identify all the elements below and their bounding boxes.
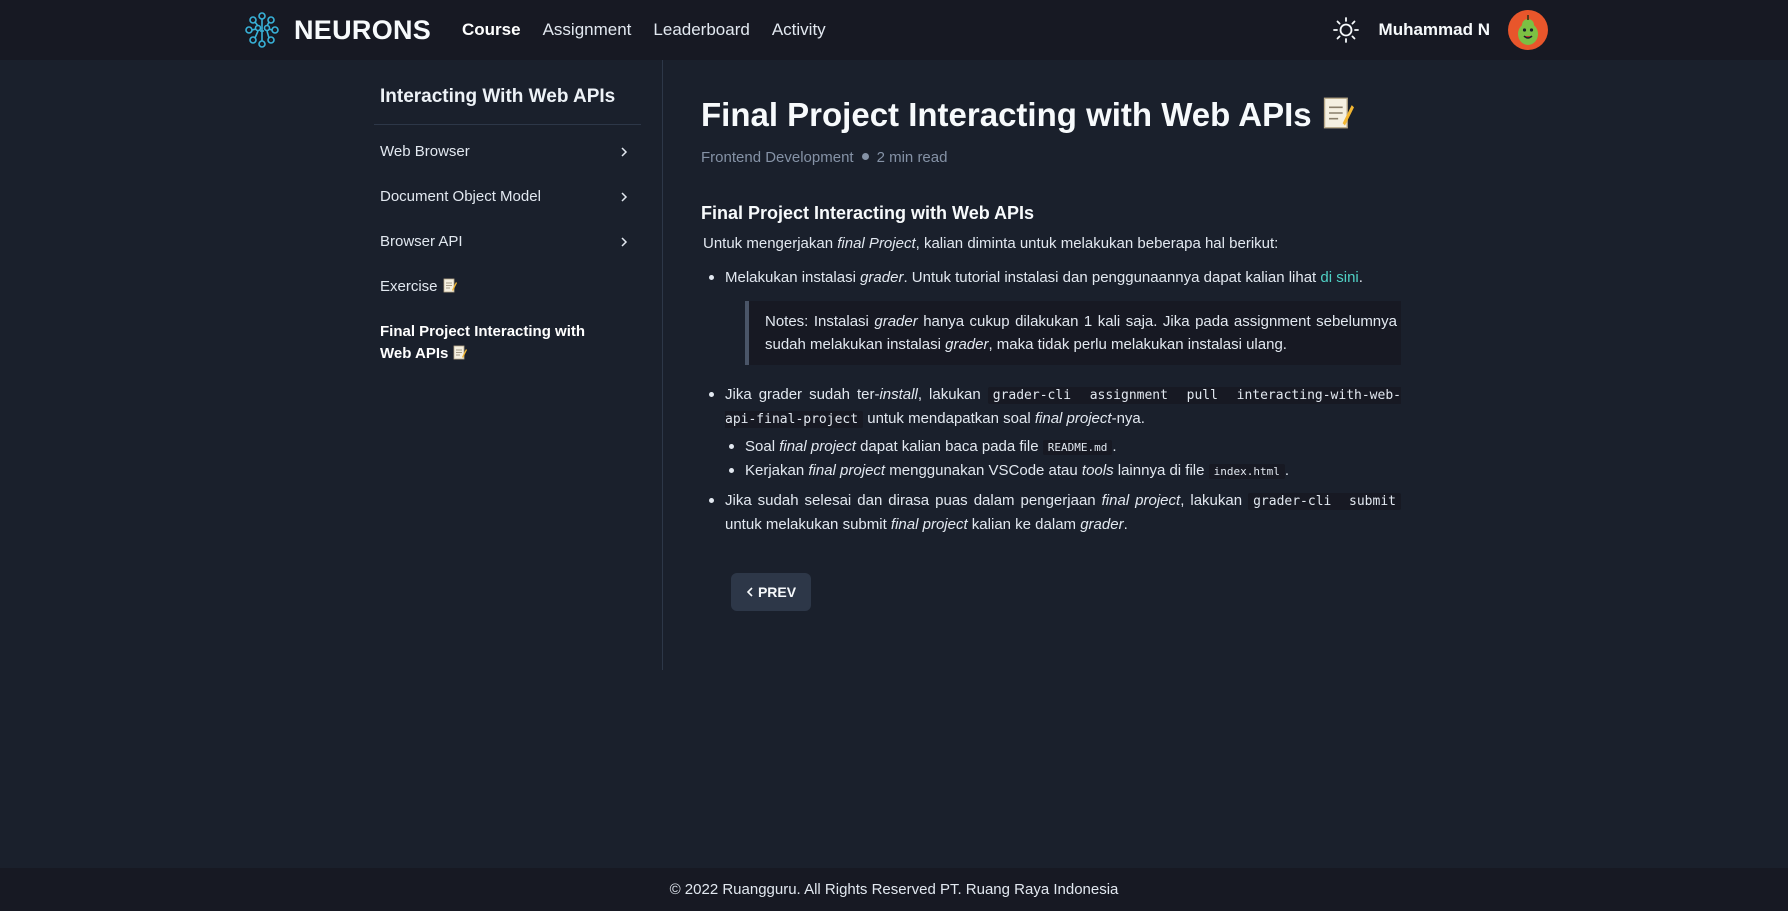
meta-separator-dot xyxy=(861,153,869,160)
page-title-text: Final Project Interacting with Web APIs xyxy=(701,96,1312,133)
code-snippet: index.html xyxy=(1208,464,1285,479)
nav-link-activity[interactable]: Activity xyxy=(772,20,826,40)
footer: © 2022 Ruangguru. All Rights Reserved PT… xyxy=(0,868,1788,911)
list-item: Kerjakan final project menggunakan VSCod… xyxy=(703,459,1401,483)
neurons-logo-icon xyxy=(245,12,279,48)
page-title: Final Project Interacting with Web APIs xyxy=(701,96,1354,134)
chevron-left-icon xyxy=(746,587,753,597)
sidebar-item-exercise[interactable]: Exercise xyxy=(380,276,630,298)
avatar-pear-icon xyxy=(1518,15,1538,45)
intro-paragraph: Untuk mengerjakan final Project, kalian … xyxy=(703,235,1279,252)
chevron-right-icon xyxy=(621,192,628,202)
article-body: Untuk mengerjakan final Project, kalian … xyxy=(703,232,1401,536)
sidebar-item-label: Exercise xyxy=(380,278,438,295)
sidebar-divider xyxy=(374,124,641,125)
note-blockquote: Notes: Instalasi grader hanya cukup dila… xyxy=(745,301,1401,365)
chevron-right-icon xyxy=(621,147,628,157)
sidebar-item-final-project[interactable]: Final Project Interacting with Web APIs xyxy=(380,321,610,365)
nav-user-area: Muhammad N xyxy=(1332,0,1548,60)
tutorial-link[interactable]: di sini xyxy=(1320,269,1358,286)
footer-copyright: © 2022 Ruangguru. All Rights Reserved PT… xyxy=(669,881,1119,898)
memo-icon xyxy=(1323,97,1354,129)
chevron-right-icon xyxy=(621,237,628,247)
sidebar-item-label: Web Browser xyxy=(380,143,470,160)
sun-icon[interactable] xyxy=(1332,16,1360,44)
list-item: Jika grader sudah ter-install, lakukan g… xyxy=(703,383,1401,431)
nav-link-assignment[interactable]: Assignment xyxy=(543,20,632,40)
course-sidebar: Interacting With Web APIs Web Browser Do… xyxy=(374,60,641,670)
avatar[interactable] xyxy=(1508,10,1548,50)
brand[interactable]: NEURONS xyxy=(243,10,431,50)
sidebar-item-web-browser[interactable]: Web Browser xyxy=(380,141,630,163)
brand-name: NEURONS xyxy=(294,14,432,45)
sidebar-item-label: Browser API xyxy=(380,233,463,250)
user-name[interactable]: Muhammad N xyxy=(1379,20,1490,40)
top-navbar: NEURONS Course Assignment Leaderboard Ac… xyxy=(0,0,1788,60)
nav-link-course[interactable]: Course xyxy=(462,20,521,40)
sidebar-vertical-divider xyxy=(662,60,663,670)
nav-link-leaderboard[interactable]: Leaderboard xyxy=(653,20,749,40)
section-heading: Final Project Interacting with Web APIs xyxy=(701,203,1035,223)
article-meta: Frontend Development 2 min read xyxy=(701,149,947,166)
sidebar-item-label: Document Object Model xyxy=(380,188,541,205)
memo-icon xyxy=(453,345,468,360)
sidebar-item-browser-api[interactable]: Browser API xyxy=(380,231,630,253)
sidebar-title: Interacting With Web APIs xyxy=(380,86,616,107)
steps-list: Melakukan instalasi grader. Untuk tutori… xyxy=(703,266,1401,536)
sidebar-item-label: Final Project Interacting with Web APIs xyxy=(380,323,586,362)
list-item: Jika sudah selesai dan dirasa puas dalam… xyxy=(703,489,1401,536)
list-item: Melakukan instalasi grader. Untuk tutori… xyxy=(703,266,1401,365)
code-snippet: README.md xyxy=(1042,440,1113,455)
code-snippet: grader-cli submit xyxy=(1248,493,1401,510)
prev-button-label: PREV xyxy=(757,584,797,600)
memo-icon xyxy=(443,278,457,293)
list-item: Soal final project dapat kalian baca pad… xyxy=(703,435,1401,459)
sidebar-item-dom[interactable]: Document Object Model xyxy=(380,186,630,208)
main-nav: Course Assignment Leaderboard Activity xyxy=(462,0,848,60)
article-category: Frontend Development xyxy=(701,149,854,166)
prev-button[interactable]: PREV xyxy=(731,573,811,611)
read-time: 2 min read xyxy=(876,149,948,166)
